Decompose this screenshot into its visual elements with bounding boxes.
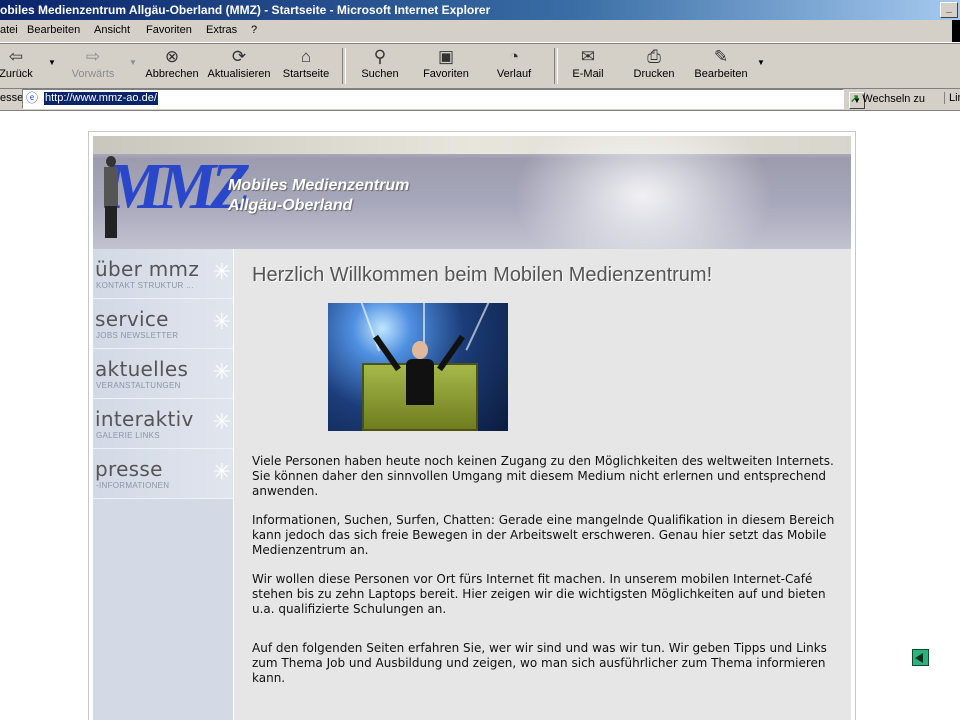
page-back-icon[interactable] xyxy=(912,649,929,666)
edit-label: Bearbeiten xyxy=(694,68,748,80)
left-navigation: über mmz KONTAKT STRUKTUR ... ✳ service … xyxy=(93,249,233,720)
ie-page-icon: ⓔ xyxy=(25,91,38,105)
nav-subtitle: KONTAKT STRUKTUR ... xyxy=(96,281,194,290)
window-titlebar[interactable]: obiles Medienzentrum Allgäu-Oberland (MM… xyxy=(0,0,960,20)
site-name-line1: Mobiles Medienzentrum xyxy=(228,177,410,194)
back-arrow-icon: ⇦ xyxy=(8,47,24,66)
minimize-button[interactable]: _ xyxy=(940,2,958,18)
site-container: MMZ Mobiles Medienzentrum Allgäu-Oberlan… xyxy=(88,131,856,720)
home-button[interactable]: ⌂ Startseite xyxy=(282,47,330,80)
search-button[interactable]: ⚲ Suchen xyxy=(358,47,402,80)
favorites-label: Favoriten xyxy=(423,68,469,80)
nav-title: interaktiv xyxy=(95,407,194,431)
address-label: esse xyxy=(0,92,24,104)
address-url[interactable]: http://www.mmz-ao.de/ xyxy=(44,92,158,105)
back-button[interactable]: ⇦ Zurück xyxy=(0,47,36,80)
refresh-button[interactable]: ⟳ Aktualisieren xyxy=(207,47,271,80)
mail-button[interactable]: ✉ E-Mail xyxy=(568,47,608,80)
mail-icon: ✉ xyxy=(580,47,596,66)
favorites-icon: ▣ xyxy=(437,47,455,66)
stop-label: Abbrechen xyxy=(145,68,199,80)
hero-image xyxy=(328,303,508,431)
history-icon: ◔ xyxy=(508,47,520,66)
mmz-logo[interactable]: MMZ xyxy=(105,142,251,232)
nav-subtitle: GALERIE LINKS xyxy=(96,431,160,440)
site-name: Mobiles Medienzentrum Allgäu-Oberland xyxy=(228,176,409,216)
sparkle-icon: ✳ xyxy=(212,359,231,384)
nav-title: presse xyxy=(95,457,163,481)
nav-item-aktuelles[interactable]: aktuelles VERANSTALTUNGEN ✳ xyxy=(93,349,233,399)
links-button[interactable]: Lin xyxy=(944,92,960,104)
menu-item-bearbeiten[interactable]: Bearbeiten xyxy=(27,24,80,36)
refresh-icon: ⟳ xyxy=(231,47,247,66)
menu-item-ansicht[interactable]: Ansicht xyxy=(94,24,130,36)
history-button[interactable]: ◔ Verlauf xyxy=(494,47,534,80)
cafe-paragraph: Wir wollen diese Personen vor Ort fürs I… xyxy=(252,572,826,616)
site-name-line2: Allgäu-Oberland xyxy=(228,197,353,214)
edit-icon: ✎ xyxy=(713,47,729,66)
go-arrow-icon: ↗ xyxy=(850,93,860,105)
info-paragraph: Informationen, Suchen, Surfen, Chatten: … xyxy=(252,513,835,557)
nav-subtitle: JOBS NEWSLETTER xyxy=(96,331,179,340)
forward-button[interactable]: ⇨ Vorwärts xyxy=(70,47,116,80)
forward-arrow-icon: ⇨ xyxy=(85,47,101,66)
nav-subtitle: VERANSTALTUNGEN xyxy=(96,381,181,390)
throbber-logo xyxy=(952,20,960,42)
toolbar: ⇦ Zurück ▼ ⇨ Vorwärts ▼ ⊗ Abbrechen ⟳ Ak… xyxy=(0,43,960,89)
nav-item-service[interactable]: service JOBS NEWSLETTER ✳ xyxy=(93,299,233,349)
painter-figure xyxy=(99,156,123,238)
nav-item-presse[interactable]: presse -INFORMATIONEN ✳ xyxy=(93,449,233,499)
nav-title: service xyxy=(95,307,169,331)
menu-bar: atei Bearbeiten Ansicht Favoriten Extras… xyxy=(0,20,960,43)
go-button[interactable]: ↗ Wechseln zu xyxy=(850,92,925,105)
nav-title: aktuelles xyxy=(95,357,189,381)
sparkle-icon: ✳ xyxy=(212,259,231,284)
home-label: Startseite xyxy=(282,68,330,80)
refresh-label: Aktualisieren xyxy=(207,68,271,80)
edit-dropdown-icon[interactable]: ▼ xyxy=(757,58,765,67)
nav-subtitle: -INFORMATIONEN xyxy=(96,481,170,490)
nav-item-ueber-mmz[interactable]: über mmz KONTAKT STRUKTUR ... ✳ xyxy=(93,249,233,299)
print-button[interactable]: ⎙ Drucken xyxy=(632,47,676,80)
home-icon: ⌂ xyxy=(300,47,312,66)
print-icon: ⎙ xyxy=(647,47,661,66)
intro-paragraph: Viele Personen haben heute noch keinen Z… xyxy=(252,454,834,498)
window-title: obiles Medienzentrum Allgäu-Oberland (MM… xyxy=(0,3,491,17)
search-label: Suchen xyxy=(361,68,399,80)
toolbar-separator xyxy=(554,48,558,84)
sparkle-icon: ✳ xyxy=(212,409,231,434)
forward-label: Vorwärts xyxy=(71,68,115,80)
toolbar-separator xyxy=(342,48,346,84)
favorites-button[interactable]: ▣ Favoriten xyxy=(421,47,471,80)
stop-button[interactable]: ⊗ Abbrechen xyxy=(145,47,199,80)
edit-button[interactable]: ✎ Bearbeiten xyxy=(694,47,748,80)
mail-label: E-Mail xyxy=(572,68,604,80)
menu-item-extras[interactable]: Extras xyxy=(206,24,237,36)
sparkle-icon: ✳ xyxy=(212,309,231,334)
nav-item-interaktiv[interactable]: interaktiv GALERIE LINKS ✳ xyxy=(93,399,233,449)
banner-glow xyxy=(513,136,773,249)
back-dropdown-icon[interactable]: ▼ xyxy=(48,58,56,67)
address-input[interactable]: ⓔ http://www.mmz-ao.de/ ▼ xyxy=(22,89,865,109)
menu-item-favoriten[interactable]: Favoriten xyxy=(146,24,192,36)
followup-paragraph: Auf den folgenden Seiten erfahren Sie, w… xyxy=(252,641,827,685)
go-label: Wechseln zu xyxy=(862,93,926,105)
menu-item-datei[interactable]: atei xyxy=(0,24,18,36)
page-viewport[interactable]: MMZ Mobiles Medienzentrum Allgäu-Oberlan… xyxy=(0,111,960,720)
menu-item-help[interactable]: ? xyxy=(251,24,257,36)
forward-dropdown-icon[interactable]: ▼ xyxy=(129,58,137,67)
sparkle-icon: ✳ xyxy=(212,459,231,484)
back-label: Zurück xyxy=(0,68,33,80)
address-bar: esse ⓔ http://www.mmz-ao.de/ ▼ ↗ Wechsel… xyxy=(0,88,960,111)
history-label: Verlauf xyxy=(496,68,532,80)
site-banner: MMZ Mobiles Medienzentrum Allgäu-Oberlan… xyxy=(93,136,851,249)
nav-title: über mmz xyxy=(95,257,200,281)
search-icon: ⚲ xyxy=(373,47,387,66)
stop-icon: ⊗ xyxy=(164,47,180,66)
main-content: Herzlich Willkommen beim Mobilen Medienz… xyxy=(234,249,851,720)
print-label: Drucken xyxy=(633,68,675,80)
page-headline: Herzlich Willkommen beim Mobilen Medienz… xyxy=(252,264,713,286)
